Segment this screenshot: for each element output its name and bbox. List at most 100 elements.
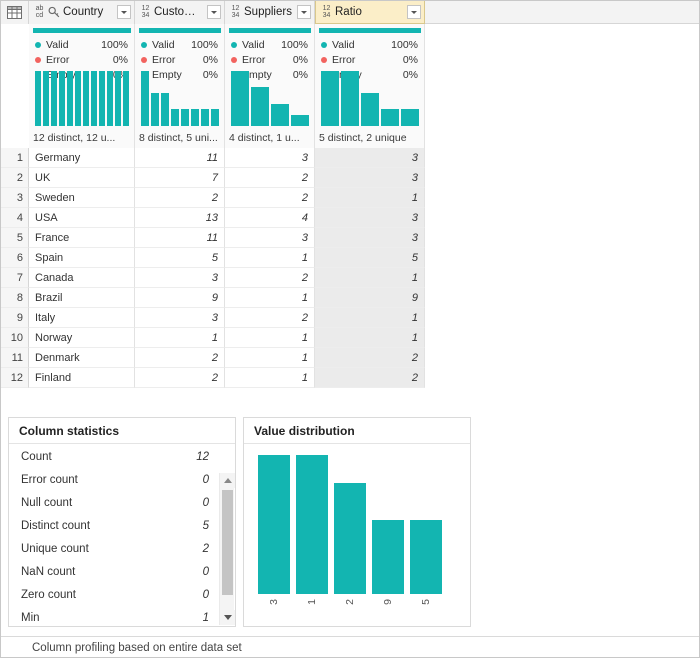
cell-country[interactable]: Italy: [29, 308, 135, 328]
cell-suppliers[interactable]: 1: [225, 328, 315, 348]
cell-suppliers[interactable]: 1: [225, 348, 315, 368]
table-row[interactable]: 11 Denmark 2 1 2: [0, 348, 700, 368]
cell-ratio[interactable]: 1: [315, 268, 425, 288]
column-header-country[interactable]: ab cd Country: [29, 0, 135, 24]
column-filter-dropdown-customers[interactable]: [207, 5, 221, 19]
cell-country[interactable]: Brazil: [29, 288, 135, 308]
distribution-bar-column[interactable]: [372, 455, 404, 594]
distribution-bar-column[interactable]: [334, 455, 366, 594]
cell-ratio[interactable]: 2: [315, 348, 425, 368]
cell-ratio[interactable]: 3: [315, 148, 425, 168]
statistic-label: Count: [21, 450, 52, 463]
quality-label: Error: [332, 53, 356, 66]
key-icon: [48, 6, 60, 18]
distribution-bar-column[interactable]: [258, 455, 290, 594]
cell-ratio[interactable]: 1: [315, 188, 425, 208]
select-all-corner-button[interactable]: [0, 0, 29, 24]
cell-customers[interactable]: 7: [135, 168, 225, 188]
cell-ratio[interactable]: 3: [315, 208, 425, 228]
cell-ratio[interactable]: 5: [315, 248, 425, 268]
cell-suppliers[interactable]: 3: [225, 228, 315, 248]
table-row[interactable]: 7 Canada 3 2 1: [0, 268, 700, 288]
value-distribution-panel: Value distribution 3 1 2 9 5: [243, 417, 471, 627]
cell-country[interactable]: Canada: [29, 268, 135, 288]
chevron-down-icon: [411, 10, 417, 14]
column-header-label: Country: [63, 6, 104, 18]
cell-country[interactable]: France: [29, 228, 135, 248]
row-number: 1: [0, 148, 29, 168]
table-row[interactable]: 6 Spain 5 1 5: [0, 248, 700, 268]
distribution-bar-column[interactable]: [296, 455, 328, 594]
cell-country[interactable]: Germany: [29, 148, 135, 168]
quality-label: Error: [46, 53, 70, 66]
table-row[interactable]: 4 USA 13 4 3: [0, 208, 700, 228]
cell-suppliers[interactable]: 1: [225, 368, 315, 388]
cell-country[interactable]: Sweden: [29, 188, 135, 208]
column-filter-dropdown-suppliers[interactable]: [297, 5, 311, 19]
cell-customers[interactable]: 3: [135, 268, 225, 288]
distinct-unique-summary: 8 distinct, 5 uni...: [139, 132, 218, 144]
column-header-ratio[interactable]: 12 34 Ratio: [315, 0, 425, 24]
cell-customers[interactable]: 11: [135, 148, 225, 168]
distribution-bar: [115, 71, 121, 126]
column-statistics-scrollbar[interactable]: [219, 473, 235, 625]
cell-suppliers[interactable]: 3: [225, 148, 315, 168]
column-profile-customers[interactable]: Valid 100% Error 0% Empty 0% 8 distinct, 5 uni…: [135, 24, 225, 148]
cell-suppliers[interactable]: 1: [225, 288, 315, 308]
scroll-down-button[interactable]: [220, 610, 235, 625]
table-row[interactable]: 12 Finland 2 1 2: [0, 368, 700, 388]
cell-customers[interactable]: 2: [135, 348, 225, 368]
table-row[interactable]: 2 UK 7 2 3: [0, 168, 700, 188]
cell-suppliers[interactable]: 2: [225, 308, 315, 328]
cell-ratio[interactable]: 3: [315, 228, 425, 248]
cell-country[interactable]: UK: [29, 168, 135, 188]
column-header-customers[interactable]: 1234Customers: [135, 0, 225, 24]
cell-suppliers[interactable]: 2: [225, 188, 315, 208]
scrollbar-thumb[interactable]: [222, 490, 233, 595]
cell-customers[interactable]: 1: [135, 328, 225, 348]
column-filter-dropdown-country[interactable]: [117, 5, 131, 19]
statistic-label: Zero count: [21, 588, 76, 601]
column-profile-suppliers[interactable]: Valid 100% Error 0% Empty 0% 4 distinct, 1 u..…: [225, 24, 315, 148]
column-filter-dropdown-ratio[interactable]: [407, 5, 421, 19]
column-header-suppliers[interactable]: 12 34 Suppliers: [225, 0, 315, 24]
table-row[interactable]: 10 Norway 1 1 1: [0, 328, 700, 348]
cell-country[interactable]: Denmark: [29, 348, 135, 368]
table-row[interactable]: 5 France 11 3 3: [0, 228, 700, 248]
cell-country[interactable]: Finland: [29, 368, 135, 388]
row-number: 11: [0, 348, 29, 368]
distribution-bar: [123, 71, 129, 126]
cell-suppliers[interactable]: 1: [225, 248, 315, 268]
cell-country[interactable]: Spain: [29, 248, 135, 268]
column-profile-country[interactable]: Valid100%Error0%Empty0%12 distinct, 12 u…: [29, 24, 135, 148]
tick-label-text: 3: [268, 599, 280, 605]
cell-customers[interactable]: 13: [135, 208, 225, 228]
column-profile-ratio[interactable]: Valid100%Error0%Empty0%5 distinct, 2 uni…: [315, 24, 425, 148]
cell-suppliers[interactable]: 2: [225, 268, 315, 288]
distribution-bar: [372, 520, 404, 594]
scroll-up-button[interactable]: [220, 473, 235, 488]
cell-ratio[interactable]: 3: [315, 168, 425, 188]
row-empty-area: [425, 368, 700, 388]
cell-customers[interactable]: 11: [135, 228, 225, 248]
cell-ratio[interactable]: 9: [315, 288, 425, 308]
cell-customers[interactable]: 2: [135, 368, 225, 388]
table-row[interactable]: 8 Brazil 9 1 9: [0, 288, 700, 308]
cell-ratio[interactable]: 1: [315, 328, 425, 348]
table-row[interactable]: 3 Sweden 2 2 1: [0, 188, 700, 208]
cell-customers[interactable]: 9: [135, 288, 225, 308]
cell-suppliers[interactable]: 4: [225, 208, 315, 228]
cell-country[interactable]: Norway: [29, 328, 135, 348]
distribution-bar-column[interactable]: [410, 455, 442, 594]
profiling-status-text: Column profiling based on entire data se…: [32, 641, 242, 654]
cell-customers[interactable]: 2: [135, 188, 225, 208]
cell-ratio[interactable]: 1: [315, 308, 425, 328]
row-empty-area: [425, 328, 700, 348]
table-row[interactable]: 1 Germany 11 3 3: [0, 148, 700, 168]
cell-customers[interactable]: 3: [135, 308, 225, 328]
cell-country[interactable]: USA: [29, 208, 135, 228]
cell-suppliers[interactable]: 2: [225, 168, 315, 188]
cell-ratio[interactable]: 2: [315, 368, 425, 388]
table-row[interactable]: 9 Italy 3 2 1: [0, 308, 700, 328]
cell-customers[interactable]: 5: [135, 248, 225, 268]
